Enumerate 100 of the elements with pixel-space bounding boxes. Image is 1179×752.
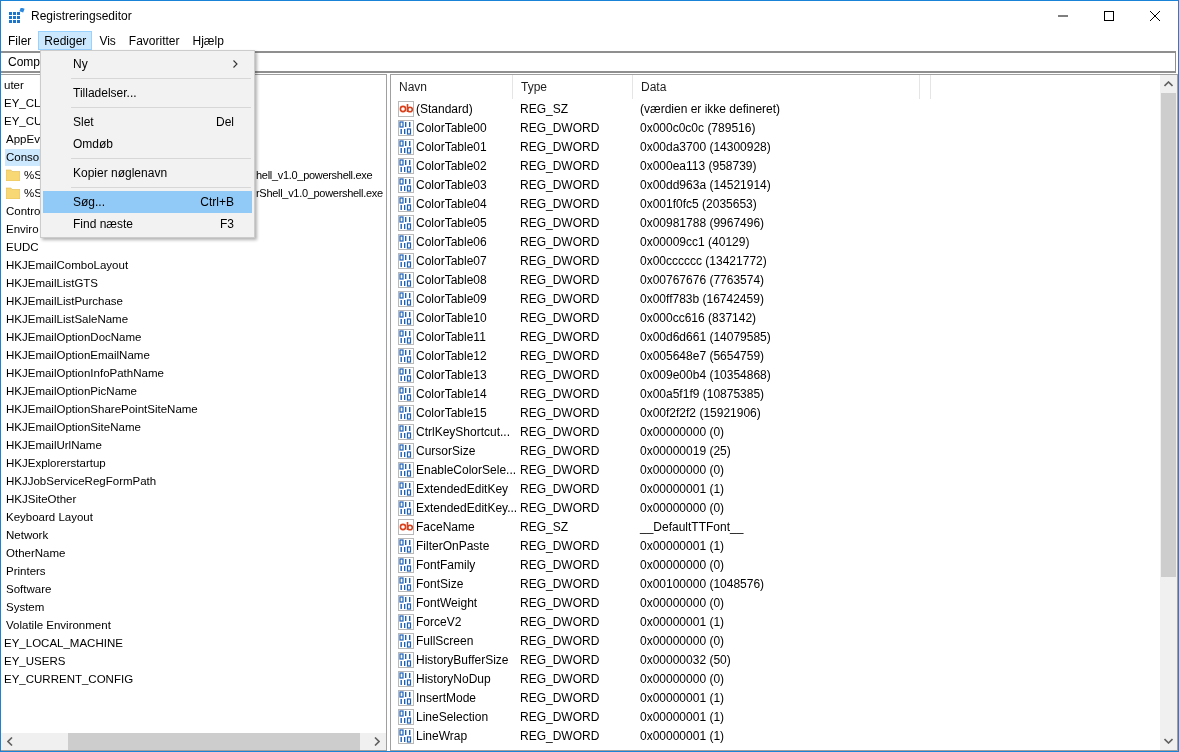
value-name[interactable]: FilterOnPaste [416,538,490,553]
value-name[interactable]: ColorTable01 [416,139,487,154]
menu-item[interactable]: Find næste F3 [43,213,252,235]
value-name[interactable]: EnableColorSele... [416,462,517,477]
scrollbar-thumb[interactable] [68,733,360,750]
menu-item[interactable]: Slet Del [43,111,252,133]
binary-value-icon [398,727,414,744]
value-name[interactable]: LineSelection [416,709,489,724]
value-name[interactable]: FontWeight [416,595,478,610]
value-name[interactable]: ColorTable08 [416,272,487,287]
tree-item[interactable]: HKJExplorerstartup [5,454,107,472]
value-data: 0x00000019 (25) [639,443,731,458]
horizontal-scrollbar[interactable] [1,733,386,750]
tree-item[interactable]: EY_CL [3,94,42,112]
tree-item[interactable]: HKJEmailOptionSharePointSiteName [5,400,199,418]
value-name[interactable]: ForceV2 [416,614,462,629]
menu-bar-item[interactable]: Filer [2,31,38,50]
value-name[interactable]: CursorSize [416,443,476,458]
tree-item[interactable]: HKJEmailUrlName [5,436,103,454]
value-type: REG_DWORD [519,196,601,211]
binary-value-icon [398,404,414,421]
value-data: 0x000ea113 (958739) [639,158,757,173]
tree-item[interactable]: HKJEmailOptionDocName [5,328,143,346]
tree-item[interactable]: Volatile Environment [5,616,112,634]
tree-item[interactable]: HKJEmailListGTS [5,274,100,292]
value-name[interactable]: HistoryNoDup [416,671,491,686]
tree-item[interactable]: HKJEmailOptionPicName [5,382,138,400]
tree-item[interactable]: System [5,598,46,616]
tree-item[interactable]: Enviro [5,220,40,238]
binary-value-icon [398,271,414,288]
tree-item[interactable]: Network [5,526,50,544]
value-name[interactable]: LineWrap [416,728,468,743]
value-name[interactable]: ColorTable06 [416,234,487,249]
tree-item[interactable]: OtherName [5,544,67,562]
menu-item[interactable]: Ny [43,53,252,75]
menu-item[interactable]: Søg... Ctrl+B [43,191,252,213]
menu-item[interactable]: Kopier nøglenavn [43,162,252,184]
tree-item[interactable]: HKJEmailOptionEmailName [5,346,151,364]
value-name[interactable]: ExtendedEditKey... [416,500,518,515]
value-name[interactable]: ColorTable10 [416,310,487,325]
tree-item[interactable]: Conso [5,148,41,166]
value-name[interactable]: FontFamily [416,557,476,572]
menu-bar-item[interactable]: Hjælp [186,31,230,50]
scroll-down-icon[interactable] [1164,738,1173,744]
vertical-scrollbar[interactable] [1160,75,1177,750]
menu-item[interactable]: Tilladelser... [43,82,252,104]
scroll-left-icon[interactable] [7,737,13,746]
value-name[interactable]: ColorTable15 [416,405,487,420]
tree-item[interactable]: HKJEmailComboLayout [5,256,130,274]
menu-bar-item[interactable]: Rediger [38,31,93,50]
scroll-right-icon[interactable] [374,737,380,746]
tree-item[interactable]: EY_CURRENT_CONFIG [3,670,135,688]
scrollbar-thumb[interactable] [1161,93,1176,577]
value-name[interactable]: ColorTable00 [416,120,487,135]
tree-item[interactable]: HKJEmailListPurchase [5,292,124,310]
tree-item[interactable]: HKJJobServiceRegFormPath [5,472,158,490]
tree-item[interactable]: uter [3,76,25,94]
tree-item[interactable]: AppEv [5,130,41,148]
binary-value-icon [398,290,414,307]
value-name[interactable]: ColorTable07 [416,253,487,268]
value-name[interactable]: ColorTable14 [416,386,487,401]
value-name[interactable]: ColorTable11 [416,329,486,344]
value-name[interactable]: ColorTable02 [416,158,487,173]
tree-item[interactable]: Software [5,580,53,598]
tree-item[interactable]: EUDC [5,238,40,256]
menu-bar-item[interactable]: Vis [93,31,122,50]
value-type: REG_DWORD [519,329,601,344]
value-name[interactable]: CtrlKeyShortcut... [416,424,511,439]
menu-bar-item[interactable]: Favoritter [122,31,186,50]
binary-value-icon [398,328,414,345]
value-data: 0x009e00b4 (10354868) [639,367,771,382]
value-name[interactable]: ColorTable09 [416,291,487,306]
value-name[interactable]: (Standard) [416,101,473,116]
value-name[interactable]: ColorTable03 [416,177,487,192]
tree-item[interactable]: HKJSiteOther [5,490,78,508]
value-name[interactable]: FontSize [416,576,464,591]
value-data: 0x00009cc1 (40129) [639,234,750,249]
value-name[interactable]: ColorTable04 [416,196,487,211]
value-data: 0x00100000 (1048576) [639,576,765,591]
value-name[interactable]: InsertMode [416,690,477,705]
value-name[interactable]: ExtendedEditKey [416,481,509,496]
binary-value-icon [398,157,414,174]
value-name[interactable]: FaceName [416,519,475,534]
tree-item[interactable]: HKJEmailOptionInfoPathName [5,364,165,382]
tree-item[interactable]: HKJEmailOptionSiteName [5,418,142,436]
value-name[interactable]: ColorTable13 [416,367,487,382]
value-type: REG_DWORD [519,215,601,230]
value-name[interactable]: ColorTable12 [416,348,487,363]
tree-item[interactable]: HKJEmailListSaleName [5,310,130,328]
scroll-up-icon[interactable] [1164,81,1173,87]
tree-item[interactable]: EY_USERS [3,652,67,670]
value-name[interactable]: ColorTable05 [416,215,487,230]
value-name[interactable]: HistoryBufferSize [416,652,509,667]
tree-item[interactable]: Keyboard Layout [5,508,94,526]
value-name[interactable]: FullScreen [416,633,474,648]
menu-item[interactable]: Omdøb [43,133,252,155]
tree-item[interactable]: Contro [5,202,42,220]
tree-item[interactable]: EY_LOCAL_MACHINE [3,634,124,652]
value-type: REG_DWORD [519,177,601,192]
tree-item[interactable]: Printers [5,562,47,580]
